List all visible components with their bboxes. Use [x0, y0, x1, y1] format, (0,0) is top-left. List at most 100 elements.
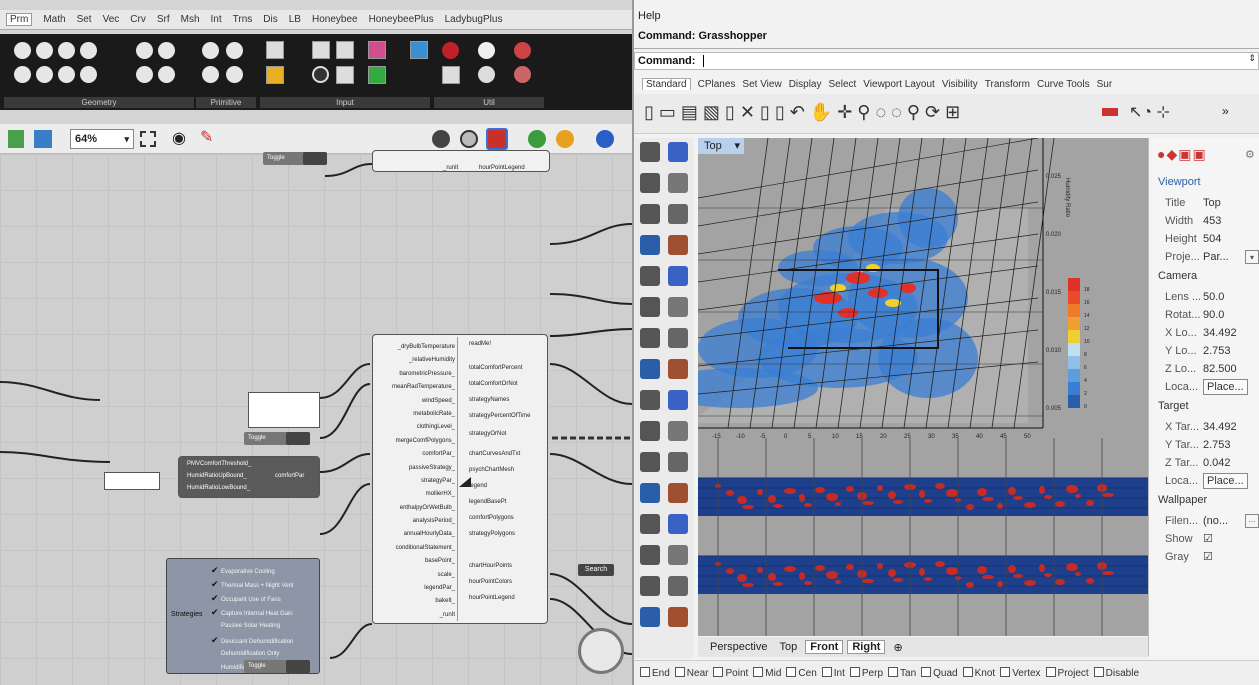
- align-icon[interactable]: [668, 421, 688, 441]
- scroll-spinner-icon[interactable]: ⇕: [1248, 53, 1256, 64]
- component-input[interactable]: mollierHX_: [377, 488, 457, 501]
- geometry-param-icon[interactable]: [158, 42, 175, 59]
- tab-curve-tools[interactable]: Curve Tools: [1037, 79, 1090, 90]
- car-icon[interactable]: [1102, 108, 1118, 116]
- boolean-icon[interactable]: [640, 390, 660, 410]
- tab-honeybeeplus[interactable]: HoneybeePlus: [369, 14, 434, 25]
- tab-cplanes[interactable]: CPlanes: [698, 79, 736, 90]
- component-output[interactable]: hourPointColors: [469, 579, 512, 585]
- text-icon[interactable]: [640, 483, 660, 503]
- circle-icon[interactable]: [640, 204, 660, 224]
- strategy-item[interactable]: ✔ Evaporative Cooling: [211, 563, 319, 577]
- ellipse-icon[interactable]: [668, 204, 688, 224]
- sphere-icon[interactable]: [668, 328, 688, 348]
- component-output[interactable]: chartHourPoints: [469, 563, 512, 569]
- top-viewport[interactable]: 0.025 0.020 0.015 0.010 0.005 -15 -10 -5 0 5 10 15 2…: [698, 138, 1148, 636]
- field-param-icon[interactable]: [136, 42, 153, 59]
- display-mode-icon[interactable]: [596, 130, 614, 148]
- component-input[interactable]: _runIt: [377, 609, 457, 622]
- light-tools-icons[interactable]: ↖◔ ⊹: [1129, 102, 1170, 122]
- component-input[interactable]: strategyPar_: [377, 475, 457, 488]
- tab-standard[interactable]: Standard: [642, 78, 691, 90]
- loft-icon[interactable]: [668, 297, 688, 317]
- util-group-label[interactable]: Util: [434, 97, 544, 108]
- tab-sets[interactable]: Set: [77, 14, 92, 25]
- component-input[interactable]: enthalpyOrWetBulb_: [377, 502, 457, 515]
- toggle-middle[interactable]: Toggle: [244, 432, 310, 445]
- component-input[interactable]: legendPar_: [377, 582, 457, 595]
- legend-component-top[interactable]: _runIt hourPointLegend: [372, 150, 550, 172]
- number-input-box[interactable]: [104, 472, 160, 490]
- strategy-item[interactable]: ✔ Occupant Use of Fans: [211, 591, 319, 605]
- box-icon[interactable]: [640, 328, 660, 348]
- tab-ladybugplus[interactable]: LadybugPlus: [445, 14, 503, 25]
- chevron-down-icon[interactable]: ▾: [1245, 250, 1259, 264]
- lock-icon[interactable]: [640, 607, 660, 627]
- component-input[interactable]: clothingLevel_: [377, 421, 457, 434]
- tab-transform[interactable]: Transform: [985, 79, 1030, 90]
- button-input-icon[interactable]: [312, 66, 329, 83]
- input-group-label[interactable]: Input: [260, 97, 430, 108]
- tab-mesh[interactable]: Msh: [181, 14, 200, 25]
- tab-surface-more[interactable]: Sur: [1097, 79, 1113, 90]
- preview-wireframe-icon[interactable]: [432, 130, 450, 148]
- component-output[interactable]: legend: [469, 483, 487, 489]
- osnap-checkbox[interactable]: [1093, 667, 1104, 677]
- move-icon[interactable]: [640, 421, 660, 441]
- osnap-quad[interactable]: Quad: [921, 667, 958, 679]
- strategy-item[interactable]: ✔ Desiccant Dehumidification: [211, 633, 319, 647]
- osnap-perp[interactable]: Perp: [849, 667, 883, 679]
- point-icon[interactable]: [668, 142, 688, 162]
- component-output[interactable]: strategyNames: [469, 397, 509, 403]
- component-input[interactable]: _relativeHumidity: [377, 354, 457, 367]
- strategy-item[interactable]: ✔ Thermal Mass + Night Vent: [211, 577, 319, 591]
- eye-preview-icon[interactable]: ◉: [172, 131, 186, 147]
- circle-param-icon[interactable]: [58, 42, 75, 59]
- render-icon[interactable]: [668, 545, 688, 565]
- cherry-picker-icon[interactable]: [442, 42, 459, 59]
- component-input[interactable]: bakeIt_: [377, 595, 457, 608]
- component-output[interactable]: readMe!: [469, 341, 491, 347]
- gray-checkbox[interactable]: ☑: [1203, 548, 1213, 566]
- osnap-checkbox[interactable]: [821, 667, 832, 677]
- zoom-dropdown[interactable]: 64% ▾: [70, 129, 134, 149]
- save-file-icon[interactable]: [34, 130, 52, 148]
- osnap-tan[interactable]: Tan: [888, 667, 916, 679]
- osnap-checkbox[interactable]: [674, 667, 685, 677]
- forward-arrow-icon[interactable]: [478, 42, 495, 59]
- component-output[interactable]: totalComfortPercent: [469, 365, 522, 371]
- osnap-point[interactable]: Point: [713, 667, 748, 679]
- swatch-input-icon[interactable]: [368, 41, 386, 59]
- tab-setview[interactable]: Set View: [742, 79, 781, 90]
- tab-honeybee[interactable]: Honeybee: [312, 14, 358, 25]
- analyze-icon[interactable]: [640, 452, 660, 472]
- component-output[interactable]: psychChartMesh: [469, 467, 514, 473]
- osnap-mid[interactable]: Mid: [753, 667, 781, 679]
- list-input-icon[interactable]: [336, 66, 354, 84]
- osnap-checkbox[interactable]: [849, 667, 860, 677]
- browse-button[interactable]: ...: [1245, 514, 1259, 528]
- standard-tool-icons[interactable]: ▯▭▤▧▯✕▯▯↶✋✛⚲◌◌⚲⟳⊞: [644, 102, 965, 123]
- osnap-checkbox[interactable]: [921, 667, 932, 677]
- tab-viewport-layout[interactable]: Viewport Layout: [863, 79, 935, 90]
- dimension-icon[interactable]: [668, 452, 688, 472]
- tab-math[interactable]: Math: [43, 14, 65, 25]
- tab-display[interactable]: Display: [789, 79, 822, 90]
- preview-selected-icon[interactable]: [486, 128, 508, 150]
- osnap-int[interactable]: Int: [821, 667, 845, 679]
- render-preview-icon[interactable]: [556, 130, 574, 148]
- properties-tab-icons[interactable]: ●◆▣▣: [1157, 146, 1237, 162]
- text-param-icon[interactable]: [226, 66, 243, 83]
- osnap-checkbox[interactable]: [1045, 667, 1056, 677]
- hide-icon[interactable]: [668, 514, 688, 534]
- osnap-project[interactable]: Project: [1045, 667, 1089, 679]
- component-output[interactable]: hourPointLegend: [469, 595, 515, 601]
- point-param-icon[interactable]: [80, 66, 97, 83]
- brep-param-icon[interactable]: [36, 42, 53, 59]
- select-icon[interactable]: [640, 142, 660, 162]
- save-input-icon[interactable]: [410, 41, 428, 59]
- sketch-icon[interactable]: ✎: [200, 130, 213, 146]
- toggle-bottom[interactable]: Toggle: [244, 660, 310, 673]
- osnap-checkbox[interactable]: [888, 667, 899, 677]
- search-button[interactable]: Search: [578, 564, 614, 576]
